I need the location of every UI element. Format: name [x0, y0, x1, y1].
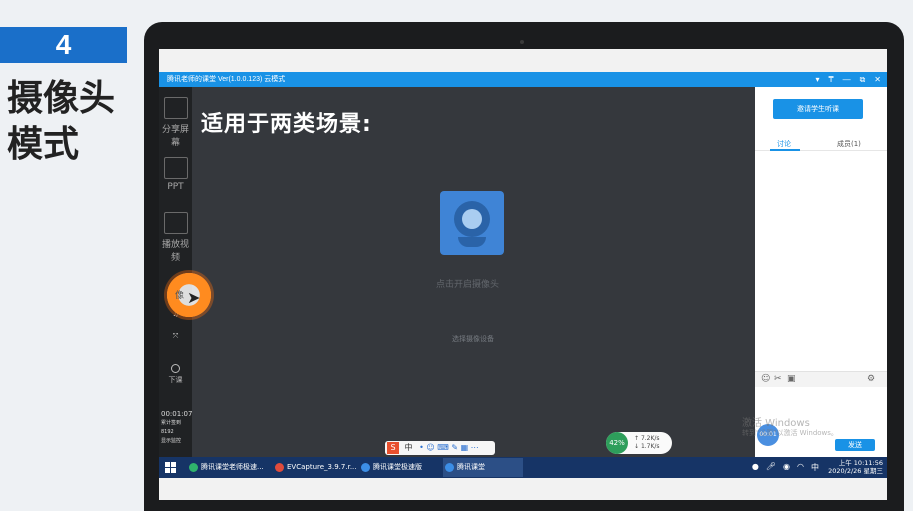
- signin-count: 8192: [161, 429, 174, 435]
- close-icon[interactable]: ✕: [874, 72, 881, 87]
- invite-students-button[interactable]: 邀请学生听课: [773, 99, 863, 119]
- emoji-icon[interactable]: ☺: [761, 374, 770, 384]
- ppt-button[interactable]: PPT: [159, 157, 192, 192]
- dropdown-icon[interactable]: ▾: [815, 72, 819, 87]
- download-rate: ↓ 1.7K/s: [634, 443, 660, 450]
- play-video-icon: [163, 212, 188, 234]
- image-icon[interactable]: ▣: [787, 374, 796, 384]
- windows-start-icon[interactable]: [165, 462, 176, 473]
- pin-icon[interactable]: ₸: [828, 72, 833, 87]
- fullscreen-icon: ⤧: [172, 332, 179, 340]
- upload-rate: ↑ 7.2K/s: [634, 435, 660, 442]
- timer-icon: [171, 364, 180, 373]
- clock-date: 2020/2/26 星期三: [828, 467, 883, 475]
- laptop-camera: [520, 40, 524, 44]
- activate-windows-watermark: 激活 Windows: [742, 418, 810, 429]
- app-icon: [189, 463, 198, 472]
- sogou-icon: S: [387, 442, 399, 454]
- end-class-button[interactable]: 下课: [159, 364, 192, 385]
- system-tray: ● 🎤︎ ◉ ◠ 中 上午 10:11:56 2020/2/26 星期三: [643, 457, 883, 478]
- camera-mode-label: 像: [175, 291, 185, 301]
- slide-number-badge: 4: [0, 27, 127, 63]
- network-speed-widget[interactable]: 42% ↑ 7.2K/s ↓ 1.7K/s: [606, 432, 672, 454]
- network-rates: ↑ 7.2K/s ↓ 1.7K/s: [634, 435, 660, 451]
- desktop-background: [159, 49, 887, 72]
- shield-icon[interactable]: ◉: [783, 462, 790, 473]
- play-video-label: 播放视频: [161, 240, 189, 263]
- tab-discussion[interactable]: 讨论: [777, 139, 791, 149]
- activate-windows-hint: 转到"设置"以激活 Windows。: [742, 429, 838, 437]
- taskbar-app-label: 腾讯课堂: [457, 463, 485, 471]
- share-screen-button[interactable]: 分享屏幕: [159, 97, 192, 148]
- minimize-icon[interactable]: —: [843, 72, 851, 87]
- send-button[interactable]: 发送: [835, 439, 875, 451]
- webcam-base: [458, 237, 486, 247]
- clock-time: 上午 10:11:56: [838, 459, 883, 467]
- taskbar-app-label: EVCapture_3.9.7.r...: [287, 463, 357, 471]
- slide-title: 摄像头 模式: [7, 76, 137, 168]
- taskbar-app-classroom-lite[interactable]: 腾讯课堂极速版: [359, 458, 437, 477]
- main-stage: 适用于两类场景: 点击开启摄像头 选择摄像设备: [192, 87, 755, 457]
- right-panel: 邀请学生听课 讨论 成员(1) ☺ ✂ ▣ ⚙ 00:01 发送: [755, 87, 887, 457]
- taskbar-app-classroom[interactable]: 腾讯课堂: [443, 458, 523, 477]
- share-screen-label: 分享屏幕: [161, 125, 189, 148]
- panel-tabs: 讨论 成员(1): [755, 137, 887, 151]
- ppt-label: PPT: [167, 182, 184, 192]
- camera-hint-text: 点击开启摄像头: [436, 280, 500, 290]
- monitor-label: 显示监控: [161, 438, 182, 444]
- elapsed-time: 00:01:07: [161, 410, 193, 418]
- active-tab-indicator: [770, 149, 800, 151]
- class-timer: 00:01:07 累计签到 8192 显示监控: [161, 410, 193, 446]
- end-class-label: 下课: [168, 376, 183, 384]
- scissors-icon[interactable]: ✂: [774, 374, 782, 384]
- app-icon: [445, 463, 454, 472]
- chat-toolbar: ☺ ✂ ▣ ⚙: [755, 371, 887, 387]
- windows-taskbar: 腾讯课堂老师极速... EVCapture_3.9.7.r... 腾讯课堂极速版…: [159, 457, 887, 478]
- webcam-icon: [454, 201, 490, 237]
- restore-icon[interactable]: ⧉: [860, 72, 866, 87]
- taskbar-app-evcapture[interactable]: EVCapture_3.9.7.r...: [273, 458, 357, 477]
- ime-indicator[interactable]: 中: [811, 462, 819, 473]
- window-title: 腾讯老师的课堂 Ver(1.0.0.123) 云模式: [167, 76, 286, 83]
- stage-heading: 适用于两类场景:: [201, 112, 372, 137]
- app-titlebar: 腾讯老师的课堂 Ver(1.0.0.123) 云模式 ▾ ₸ — ⧉ ✕: [159, 72, 887, 87]
- taskbar-app-label: 腾讯课堂老师极速...: [201, 463, 264, 471]
- microphone-icon[interactable]: 🎤︎: [766, 462, 776, 473]
- camera-toggle-button[interactable]: [440, 191, 504, 255]
- tray-app-icon[interactable]: ●: [752, 462, 759, 473]
- ime-mode: 中: [404, 443, 413, 452]
- share-screen-icon: [163, 97, 188, 119]
- play-video-button[interactable]: 播放视频: [159, 212, 192, 263]
- ime-toolbar[interactable]: S 中 • ☺ ⌨ ✎ ▦ ⋯: [385, 441, 495, 455]
- signin-label: 累计签到: [161, 420, 182, 426]
- tray-icons: ● 🎤︎ ◉ ◠ 中: [752, 462, 819, 473]
- taskbar-app-label: 腾讯课堂极速版: [373, 463, 422, 471]
- cpu-percent: 42%: [606, 432, 628, 454]
- mouse-cursor-icon: ➤: [187, 288, 201, 307]
- taskbar-clock[interactable]: 上午 10:11:56 2020/2/26 星期三: [823, 459, 883, 475]
- wifi-icon[interactable]: ◠: [797, 462, 804, 473]
- laptop-screen: 腾讯老师的课堂 Ver(1.0.0.123) 云模式 ▾ ₸ — ⧉ ✕ 分享屏…: [159, 49, 887, 500]
- slide-title-line2: 模式: [7, 124, 80, 165]
- camera-mode-button[interactable]: 像 ➤: [164, 270, 214, 320]
- slide-title-line1: 摄像头: [7, 78, 116, 119]
- app-icon: [275, 463, 284, 472]
- app-icon: [361, 463, 370, 472]
- window-controls: ▾ ₸ — ⧉ ✕: [815, 72, 881, 87]
- taskbar-app-teacher[interactable]: 腾讯课堂老师极速...: [187, 458, 265, 477]
- ppt-icon: [163, 157, 188, 179]
- settings-icon[interactable]: ⚙: [867, 374, 875, 384]
- fullscreen-button[interactable]: ⤧: [159, 331, 192, 341]
- ime-tools-icon: • ☺ ⌨ ✎ ▦ ⋯: [419, 443, 479, 452]
- select-camera-device-link[interactable]: 选择摄像设备: [452, 334, 494, 344]
- tab-members[interactable]: 成员(1): [837, 139, 861, 149]
